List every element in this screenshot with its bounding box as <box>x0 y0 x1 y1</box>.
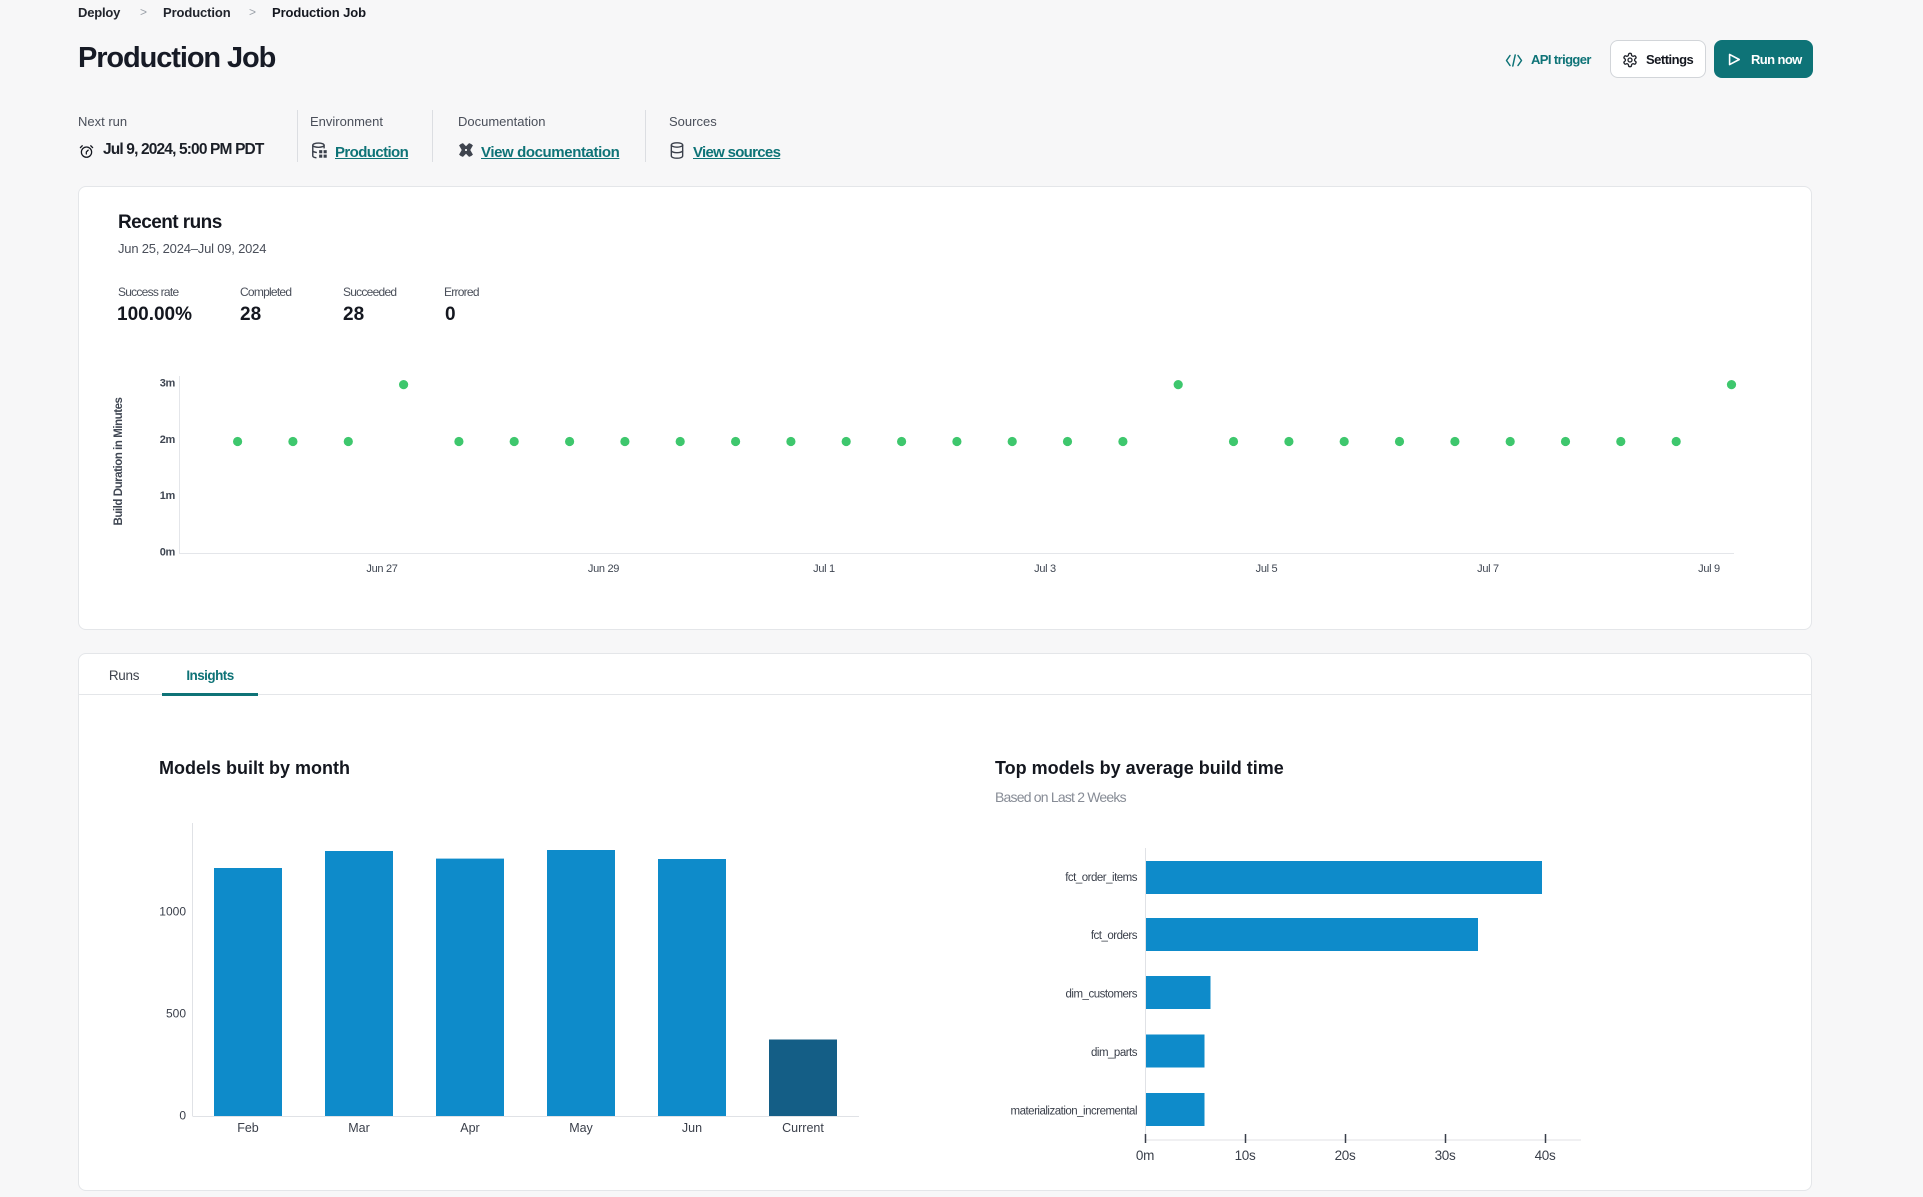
svg-text:0m: 0m <box>160 547 176 559</box>
svg-text:Jul 1: Jul 1 <box>813 563 835 575</box>
svg-text:0m: 0m <box>1136 1148 1154 1163</box>
svg-text:fct_order_items: fct_order_items <box>1065 872 1138 884</box>
svg-text:500: 500 <box>166 1007 186 1021</box>
svg-text:Apr: Apr <box>460 1121 479 1135</box>
svg-text:Current: Current <box>782 1121 824 1135</box>
svg-text:2m: 2m <box>160 434 176 446</box>
svg-text:Jun 27: Jun 27 <box>366 563 397 575</box>
svg-text:1m: 1m <box>160 490 176 502</box>
svg-text:dim_customers: dim_customers <box>1066 989 1138 1001</box>
svg-text:Jul 3: Jul 3 <box>1034 563 1056 575</box>
svg-text:fct_orders: fct_orders <box>1091 930 1138 942</box>
svg-text:20s: 20s <box>1335 1148 1356 1163</box>
svg-text:3m: 3m <box>160 378 176 390</box>
svg-text:Jun: Jun <box>682 1121 702 1135</box>
svg-text:30s: 30s <box>1435 1148 1456 1163</box>
svg-text:1000: 1000 <box>159 905 186 919</box>
svg-text:May: May <box>569 1121 593 1135</box>
svg-text:Jul 5: Jul 5 <box>1256 563 1278 575</box>
svg-text:Jul 9: Jul 9 <box>1698 563 1720 575</box>
svg-text:Jun 29: Jun 29 <box>588 563 619 575</box>
svg-text:Build Duration in Minutes: Build Duration in Minutes <box>113 397 125 525</box>
svg-text:dim_parts: dim_parts <box>1091 1047 1138 1059</box>
svg-text:0: 0 <box>179 1109 186 1123</box>
svg-text:Mar: Mar <box>348 1121 370 1135</box>
svg-text:10s: 10s <box>1235 1148 1256 1163</box>
svg-text:materialization_incremental: materialization_incremental <box>1011 1106 1137 1118</box>
svg-text:40s: 40s <box>1535 1148 1556 1163</box>
svg-text:Jul 7: Jul 7 <box>1477 563 1499 575</box>
svg-text:Feb: Feb <box>237 1121 259 1135</box>
